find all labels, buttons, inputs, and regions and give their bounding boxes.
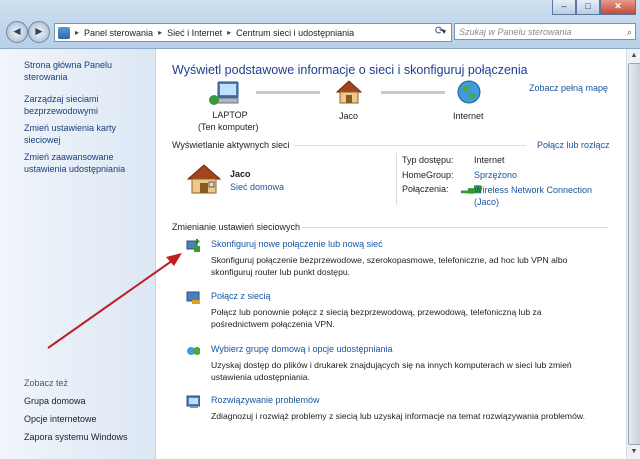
breadcrumb-network-internet[interactable]: Sieć i Internet [164,28,225,38]
wireless-connection-link[interactable]: Wireless Network Connection (Jaco) [474,184,592,208]
active-networks-heading: Wyświetlanie aktywnych sieci [172,140,290,150]
breadcrumb-network-center[interactable]: Centrum sieci i udostępniania [233,28,357,38]
map-internet-label: Internet [453,111,484,121]
breadcrumb-control-panel[interactable]: Panel sterowania [81,28,156,38]
sidebar-item-sharing[interactable]: Zmień zaawansowane ustawienia udostępnian… [24,151,125,175]
forward-button[interactable]: ► [28,21,50,43]
homegroup-label: HomeGroup: [402,170,454,180]
scroll-up-icon[interactable]: ▲ [627,49,640,63]
sidebar-item-adapter[interactable]: Zmień ustawienia karty sieciowej [24,122,116,146]
sidebar-item-internet-options[interactable]: Opcje internetowe [24,413,97,425]
connections-label: Połączenia: [402,184,449,194]
home-network-icon [186,164,222,194]
title-bar: – □ ✕ ◄ ► ▸ Panel sterowania ▸ Sieć i In… [0,0,640,49]
access-type-label: Typ dostępu: [402,155,454,165]
internet-globe-icon [457,80,481,104]
task-troubleshoot-desc: Zdiagnozuj i rozwiąż problemy z siecią l… [211,411,585,421]
homegroup-link[interactable]: Sprzężono [474,170,517,180]
network-type-link[interactable]: Sieć domowa [230,182,284,192]
sidebar-item-wireless[interactable]: Zarządzaj sieciami bezprzewodowymi [24,93,99,117]
full-map-link[interactable]: Zobacz pełną mapę [529,83,608,93]
scroll-down-icon[interactable]: ▼ [627,445,640,459]
home-network-icon [336,80,362,104]
connect-network-icon [186,291,200,304]
magnifier-icon[interactable]: ⌕ [627,24,632,41]
scroll-thumb[interactable] [628,63,640,445]
connect-disconnect-link[interactable]: Połącz lub rozłącz [537,140,610,150]
vertical-scrollbar[interactable]: ▲ ▼ [626,49,640,459]
task-connect-network[interactable]: Połącz z siecią [211,291,271,301]
task-homegroup-sharing-desc: Uzyskaj dostęp do plików i drukarek znaj… [211,360,572,382]
main-content: Wyświetl podstawowe informacje o sieci i… [156,49,626,459]
new-connection-icon [186,239,200,252]
sidebar: Strona główna Panelu sterowania Zarządzaj… [0,49,156,459]
map-link-network-internet [381,91,445,94]
change-settings-heading: Zmienianie ustawień sieciowych [172,222,301,232]
sidebar-item-firewall[interactable]: Zapora systemu Windows [24,431,128,443]
task-connect-network-desc: Połącz lub ponownie połącz z siecią bezp… [211,307,542,329]
see-also-heading: Zobacz też [24,378,69,388]
homegroup-sharing-icon [187,347,200,355]
control-panel-icon [58,26,70,39]
page-title: Wyświetl podstawowe informacje o sieci i… [172,63,528,77]
task-homegroup-sharing[interactable]: Wybierz grupę domową i opcje udostępnian… [211,344,393,354]
map-network-label: Jaco [339,111,359,121]
task-new-connection[interactable]: Skonfiguruj nowe połączenie lub nową sie… [211,239,383,249]
access-type-value: Internet [474,155,505,165]
task-troubleshoot[interactable]: Rozwiązywanie problemów [211,395,320,405]
computer-icon [209,81,239,105]
troubleshoot-icon [186,395,200,408]
close-button[interactable]: ✕ [600,0,636,15]
map-link-computer-network [256,91,320,94]
active-network-name: Jaco [230,169,251,179]
map-computer-sub: (Ten komputer) [198,122,259,132]
search-input[interactable]: Szukaj w Panelu sterowania ⌕ [454,23,636,40]
minimize-button[interactable]: – [552,0,576,15]
map-computer-label: LAPTOP [205,110,255,120]
sidebar-item-home[interactable]: Strona główna Panelu sterowania [24,59,112,83]
maximize-button[interactable]: □ [576,0,600,15]
computer-name: LAPTOP [212,110,248,120]
back-button[interactable]: ◄ [6,21,28,43]
window-controls: – □ ✕ [552,0,636,15]
task-new-connection-desc: Skonfiguruj połączenie bezprzewodowe, sz… [211,255,568,277]
refresh-icon[interactable]: ⟳ [431,23,448,40]
address-bar[interactable]: ▸ Panel sterowania ▸ Sieć i Internet ▸ C… [54,23,452,42]
sidebar-item-homegroup[interactable]: Grupa domowa [24,395,86,407]
